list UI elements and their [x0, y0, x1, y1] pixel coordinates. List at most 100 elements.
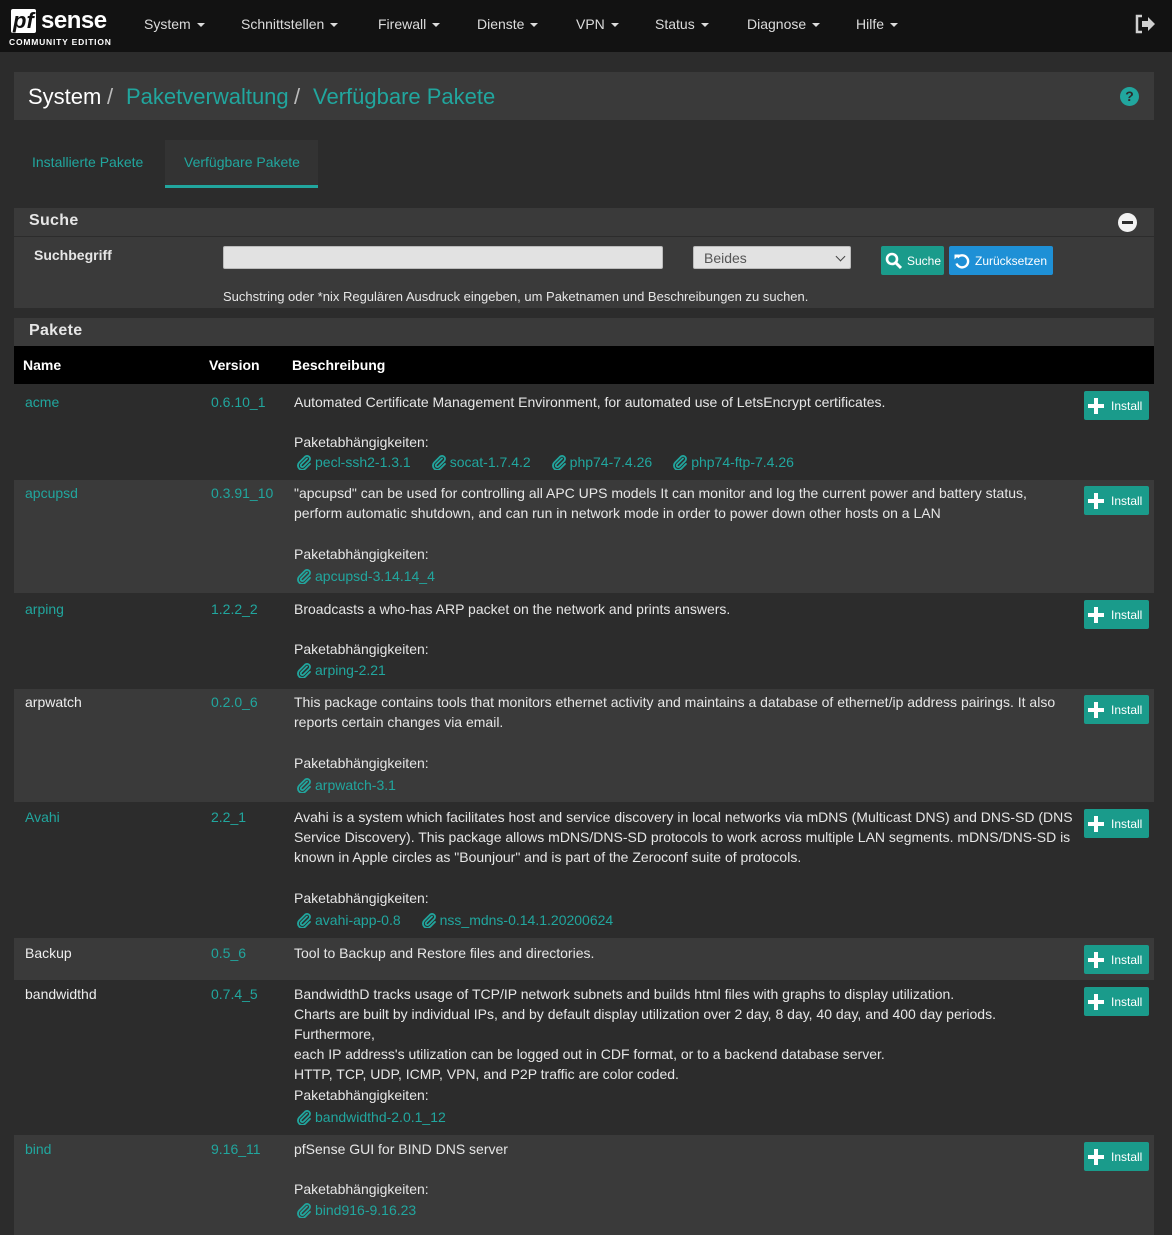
search-button[interactable]: Suche: [881, 246, 944, 275]
dependencies-list: bandwidthd-2.0.1_12: [296, 1109, 466, 1125]
install-button[interactable]: Install: [1084, 486, 1149, 515]
dependency-name: bandwidthd-2.0.1_12: [315, 1109, 446, 1125]
dependencies-label: Paketabhängigkeiten:: [294, 434, 429, 450]
nav-firewall[interactable]: Firewall: [378, 16, 441, 32]
install-button[interactable]: Install: [1084, 1142, 1149, 1171]
paperclip-icon: [551, 455, 566, 470]
package-name[interactable]: arping: [25, 601, 64, 617]
install-button[interactable]: Install: [1084, 987, 1149, 1016]
tab-verfuegbare-pakete[interactable]: Verfügbare Pakete: [184, 154, 300, 170]
package-version[interactable]: 0.3.91_10: [211, 485, 273, 501]
dependency-link[interactable]: php74-7.4.26: [551, 454, 652, 470]
package-version[interactable]: 0.2.0_6: [211, 694, 258, 710]
dependencies-list: arping-2.21: [296, 662, 406, 678]
package-version[interactable]: 0.5_6: [211, 945, 246, 961]
breadcrumb-verfuegbare-pakete[interactable]: Verfügbare Pakete: [313, 84, 495, 110]
plus-icon: [1088, 492, 1104, 509]
dependency-link[interactable]: php74-ftp-7.4.26: [672, 454, 794, 470]
install-button-label: Install: [1111, 1149, 1143, 1164]
logout-icon[interactable]: [1134, 14, 1156, 34]
table-row: bind 9.16_11 pfSense GUI for BIND DNS serv…: [14, 1135, 1154, 1235]
dependencies-label: Paketabhängigkeiten:: [294, 755, 429, 771]
dependency-name: pecl-ssh2-1.3.1: [315, 454, 411, 470]
search-button-label: Suche: [907, 253, 942, 268]
package-name: arpwatch: [25, 694, 82, 710]
install-button[interactable]: Install: [1084, 809, 1149, 838]
plus-icon: [1088, 993, 1104, 1010]
package-version[interactable]: 1.2.2_2: [211, 601, 258, 617]
dependency-link[interactable]: arpwatch-3.1: [296, 777, 396, 793]
description-line: pfSense GUI for BIND DNS server: [294, 1141, 508, 1157]
package-version[interactable]: 9.16_11: [211, 1141, 261, 1157]
table-row: Backup 0.5_6 Tool to Backup and Restore fi…: [14, 938, 1154, 980]
logo-pf: pf: [11, 8, 36, 33]
search-panel-body: Suchbegriff Beides Suche Zurücksetzen Su…: [14, 236, 1154, 308]
install-button[interactable]: Install: [1084, 695, 1149, 724]
package-name[interactable]: acme: [25, 394, 59, 410]
nav-diagnose[interactable]: Diagnose: [747, 16, 821, 32]
dependency-name: avahi-app-0.8: [315, 912, 401, 928]
dependencies-list: pecl-ssh2-1.3.1 socat-1.7.4.2 php74-7.4.26…: [296, 454, 814, 470]
dependencies-list: avahi-app-0.8 nss_mdns-0.14.1.20200624: [296, 912, 633, 928]
package-description: Avahi is a system which facilitates host…: [294, 807, 1076, 867]
dependencies-list: bind916-9.16.23: [296, 1202, 436, 1218]
pfsense-logo[interactable]: pf sense COMMUNITY EDITION: [8, 6, 118, 48]
breadcrumb-paketverwaltung[interactable]: Paketverwaltung: [126, 84, 289, 110]
paperclip-icon: [431, 455, 446, 470]
paperclip-icon: [673, 455, 688, 470]
install-button[interactable]: Install: [1084, 600, 1149, 629]
install-button[interactable]: Install: [1084, 391, 1149, 420]
package-name[interactable]: bind: [25, 1141, 51, 1157]
package-version[interactable]: 0.6.10_1: [211, 394, 266, 410]
collapse-icon[interactable]: [1118, 213, 1137, 232]
undo-icon: [954, 253, 970, 269]
tab-installierte-pakete[interactable]: Installierte Pakete: [32, 154, 143, 170]
nav-label: Status: [655, 16, 695, 32]
package-version[interactable]: 2.2_1: [211, 809, 246, 825]
dependency-link[interactable]: socat-1.7.4.2: [431, 454, 531, 470]
dependency-link[interactable]: bandwidthd-2.0.1_12: [296, 1109, 446, 1125]
dependencies-label: Paketabhängigkeiten:: [294, 546, 429, 562]
dependencies-label: Paketabhängigkeiten:: [294, 1181, 429, 1197]
search-input[interactable]: [223, 246, 663, 269]
install-button[interactable]: Install: [1084, 945, 1149, 974]
search-scope-value: Beides: [704, 250, 747, 266]
dependency-link[interactable]: arping-2.21: [296, 662, 386, 678]
dependency-link[interactable]: avahi-app-0.8: [296, 912, 401, 928]
dependencies-label: Paketabhängigkeiten:: [294, 641, 429, 657]
nav-system[interactable]: System: [144, 16, 205, 32]
help-icon[interactable]: ?: [1120, 87, 1139, 106]
dependency-link[interactable]: nss_mdns-0.14.1.20200624: [421, 912, 614, 928]
description-line: known in Apple circles as "Bounjour" and…: [294, 849, 802, 865]
paperclip-icon: [297, 455, 311, 470]
package-description: Tool to Backup and Restore files and dir…: [294, 943, 1076, 963]
breadcrumb-separator: /: [107, 84, 114, 109]
plus-icon: [1088, 397, 1104, 414]
table-row: acme 0.6.10_1 Automated Certificate Manage…: [14, 384, 1154, 480]
nav-hilfe[interactable]: Hilfe: [856, 16, 899, 32]
packages-panel-heading: Pakete: [14, 318, 1154, 346]
nav-label: VPN: [576, 16, 605, 32]
package-description: "apcupsd" can be used for controlling al…: [294, 483, 1076, 523]
dependency-name: nss_mdns-0.14.1.20200624: [439, 912, 614, 928]
package-name[interactable]: apcupsd: [25, 485, 78, 501]
dependency-link[interactable]: apcupsd-3.14.14_4: [296, 568, 435, 584]
plus-icon: [1088, 606, 1104, 623]
caret-down-icon: [196, 23, 205, 28]
search-icon: [885, 252, 903, 269]
nav-dienste[interactable]: Dienste: [477, 16, 539, 32]
dependency-link[interactable]: pecl-ssh2-1.3.1: [296, 454, 411, 470]
package-version[interactable]: 0.7.4_5: [211, 986, 258, 1002]
install-button-label: Install: [1111, 493, 1143, 508]
dependency-name: socat-1.7.4.2: [449, 454, 531, 470]
paperclip-icon: [421, 913, 436, 928]
dependencies-list: apcupsd-3.14.14_4: [296, 568, 455, 584]
reset-button[interactable]: Zurücksetzen: [949, 246, 1053, 275]
dependency-link[interactable]: bind916-9.16.23: [296, 1202, 416, 1218]
nav-schnittstellen[interactable]: Schnittstellen: [241, 16, 339, 32]
package-name[interactable]: Avahi: [25, 809, 60, 825]
nav-vpn[interactable]: VPN: [576, 16, 619, 32]
search-panel-heading: Suche: [14, 208, 1154, 236]
nav-status[interactable]: Status: [655, 16, 709, 32]
search-scope-select[interactable]: Beides: [693, 246, 851, 269]
